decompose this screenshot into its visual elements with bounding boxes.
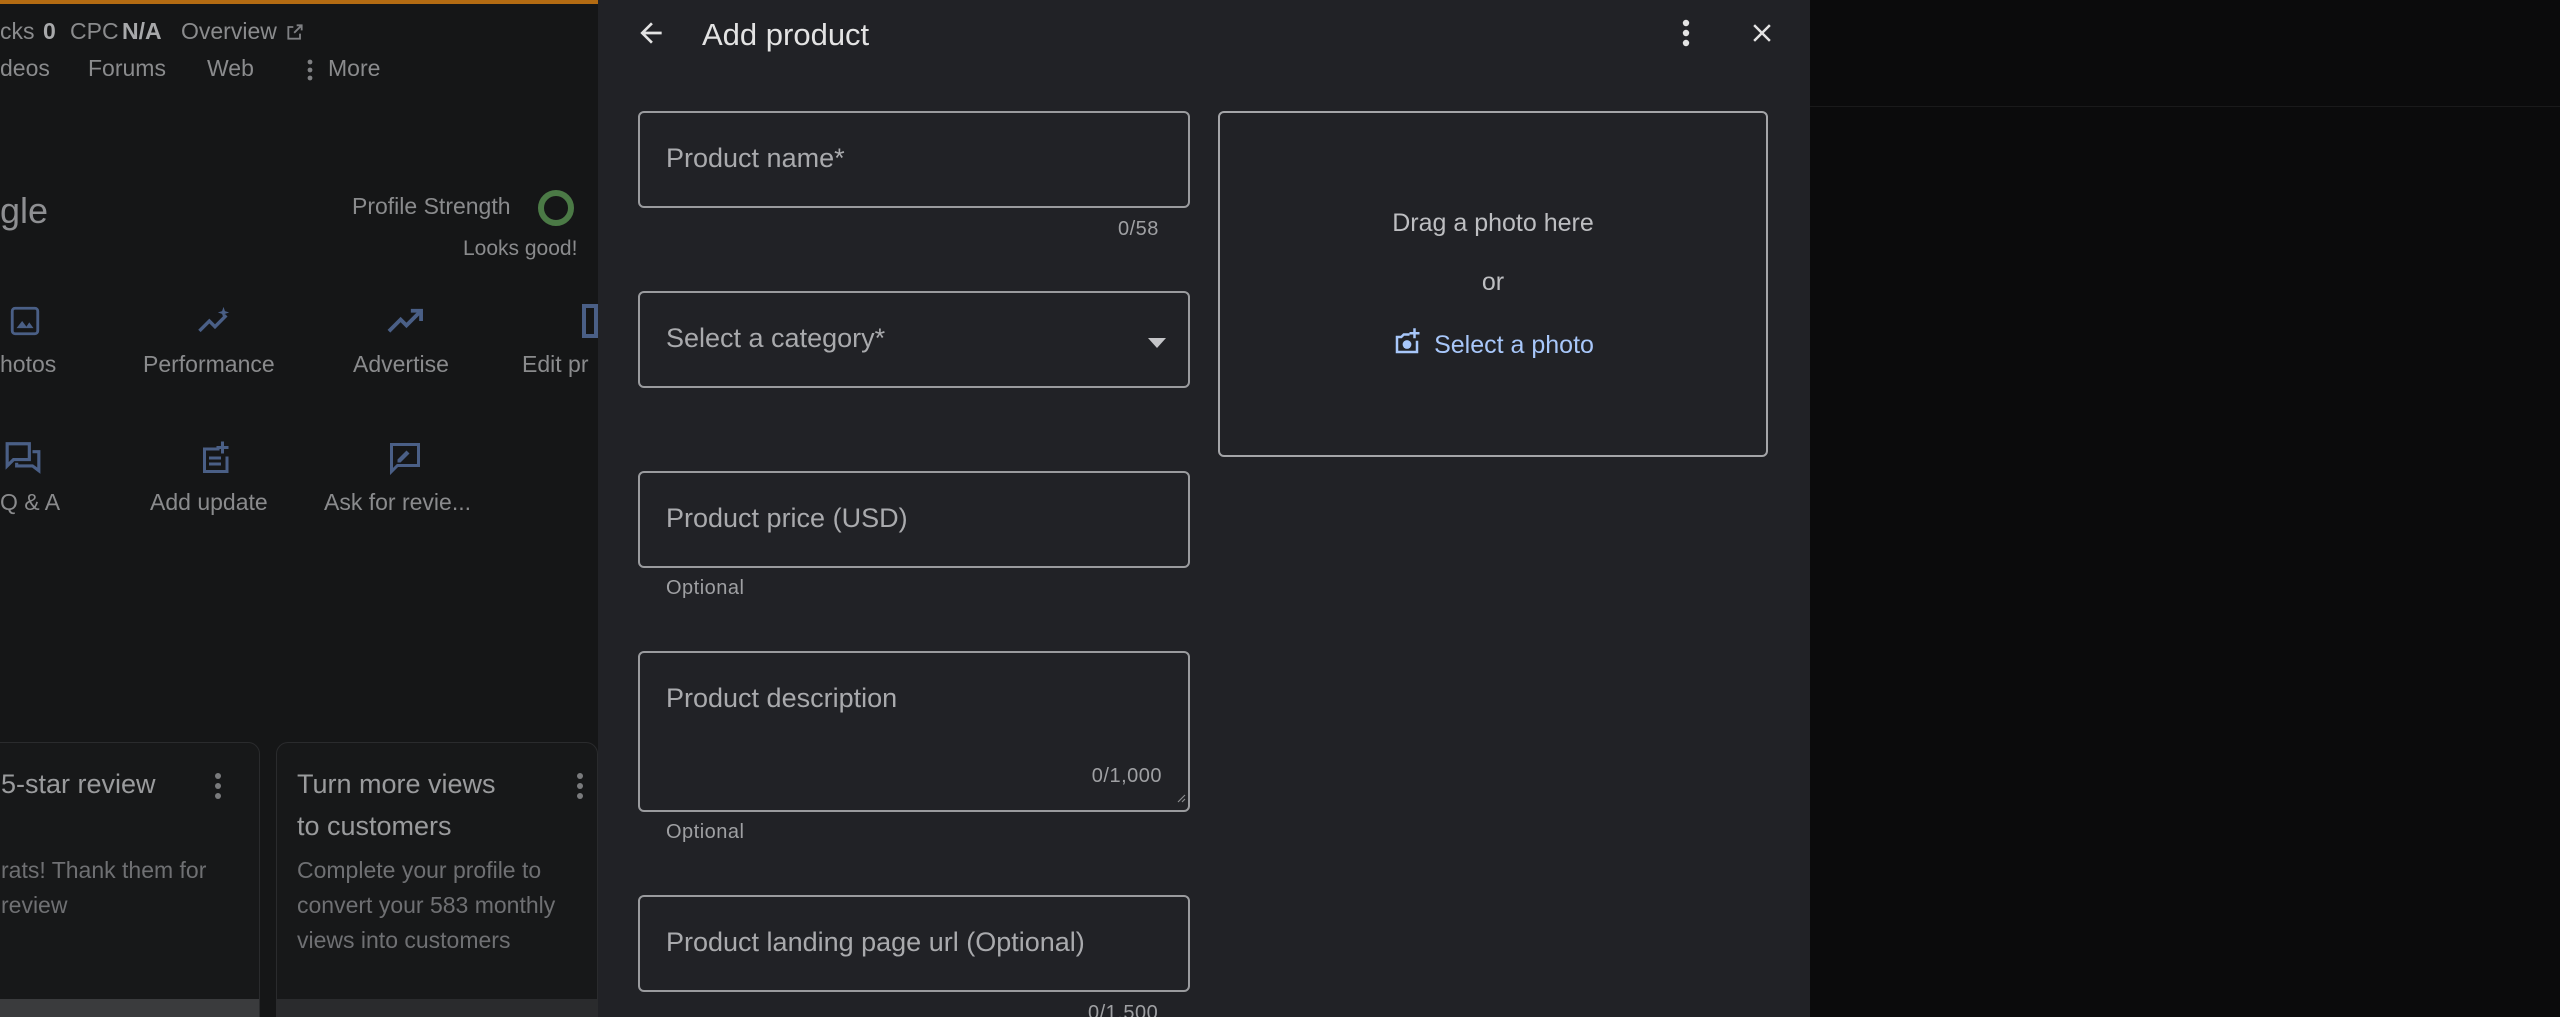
- tab-forums[interactable]: Forums: [88, 55, 166, 82]
- storefront-icon: [580, 302, 598, 338]
- tab-videos[interactable]: deos: [0, 55, 50, 82]
- action-qa[interactable]: Q & A: [0, 489, 60, 516]
- add-photo-icon: [1392, 327, 1422, 364]
- more-vert-icon[interactable]: [305, 58, 315, 82]
- resize-handle-icon[interactable]: [1176, 790, 1186, 808]
- sparkle-chart-icon: [196, 304, 234, 338]
- landing-page-url-placeholder: Product landing page url (Optional): [666, 927, 1085, 957]
- product-description-counter: 0/1,000: [1091, 765, 1162, 787]
- dropdown-arrow-icon: [1148, 335, 1166, 353]
- cpc-label: CPC: [70, 18, 119, 44]
- card-text-line: views into customers: [297, 927, 511, 953]
- action-add-update[interactable]: Add update: [150, 489, 268, 516]
- dialog-title: Add product: [702, 17, 870, 52]
- action-performance[interactable]: Performance: [143, 351, 275, 378]
- close-button[interactable]: [1742, 14, 1782, 56]
- card-action-area[interactable]: [0, 999, 259, 1017]
- more-options-button[interactable]: [1666, 14, 1706, 56]
- product-price-field[interactable]: Product price (USD): [638, 471, 1190, 568]
- select-photo-button[interactable]: Select a photo: [1220, 325, 1766, 365]
- action-advertise[interactable]: Advertise: [353, 351, 449, 378]
- tab-web[interactable]: Web: [207, 55, 254, 82]
- top-accent-bar: [0, 0, 598, 4]
- card-text-line: Complete your profile to: [297, 857, 542, 883]
- photo-dropzone[interactable]: Drag a photo here or Select a photo: [1218, 111, 1768, 457]
- close-icon: [1747, 18, 1777, 53]
- trending-up-icon: [386, 306, 424, 336]
- product-name-placeholder: Product name*: [666, 143, 845, 173]
- product-name-counter: 0/58: [1118, 218, 1159, 240]
- category-placeholder: Select a category*: [666, 323, 886, 353]
- profile-strength-label: Profile Strength: [352, 193, 511, 219]
- action-ask-for-reviews[interactable]: Ask for revie...: [324, 489, 471, 516]
- select-photo-label: Select a photo: [1434, 330, 1594, 359]
- card-text-line: convert your 583 monthly: [297, 892, 556, 918]
- more-vert-icon[interactable]: [215, 773, 221, 803]
- page-overlay-right: [1810, 0, 2560, 1017]
- rate-review-icon: [386, 440, 424, 476]
- post-add-icon: [197, 440, 233, 476]
- business-name: gle: [0, 190, 49, 231]
- forum-icon: [4, 440, 42, 476]
- action-edit-profile[interactable]: Edit pr: [522, 351, 588, 378]
- card-text-line: review: [1, 892, 68, 918]
- tab-more[interactable]: More: [328, 55, 380, 82]
- screen: cks 0 CPC N/A Overview deos Forums Web M…: [0, 0, 2560, 1017]
- product-description-field[interactable]: Product description 0/1,000: [638, 651, 1190, 812]
- product-price-placeholder: Product price (USD): [666, 503, 908, 533]
- clicks-value: 0: [43, 18, 56, 44]
- more-vert-icon: [1680, 18, 1692, 53]
- product-description-helper: Optional: [666, 821, 745, 843]
- action-photos[interactable]: hotos: [0, 351, 56, 378]
- add-product-dialog: Add product Product name* 0/58 Select a …: [598, 0, 1810, 1017]
- header-divider: [1810, 106, 2560, 107]
- profile-strength-ring: [535, 187, 577, 229]
- more-vert-icon[interactable]: [577, 773, 583, 803]
- suggestion-card-review: 5-star review rats! Thank them for revie…: [0, 742, 260, 1017]
- cpc-value: N/A: [122, 18, 162, 44]
- or-text: or: [1481, 268, 1505, 296]
- drag-photo-text: Drag a photo here: [1392, 209, 1594, 237]
- overview-link[interactable]: Overview: [181, 18, 277, 45]
- card-title: to customers: [297, 811, 452, 841]
- category-select[interactable]: Select a category*: [638, 291, 1190, 388]
- card-title: Turn more views: [297, 769, 496, 799]
- back-button[interactable]: [628, 14, 674, 56]
- product-name-field[interactable]: Product name*: [638, 111, 1190, 208]
- card-text-line: rats! Thank them for: [1, 857, 207, 883]
- landing-page-url-field[interactable]: Product landing page url (Optional): [638, 895, 1190, 992]
- card-action-area[interactable]: [277, 999, 597, 1017]
- product-description-placeholder: Product description: [666, 683, 898, 713]
- suggestion-card-views: Turn more views to customers Complete yo…: [276, 742, 598, 1017]
- arrow-back-icon: [635, 17, 667, 54]
- card-title: 5-star review: [1, 769, 156, 799]
- image-icon: [8, 304, 42, 338]
- clicks-label: cks: [0, 18, 35, 44]
- external-link-icon: [285, 22, 305, 42]
- profile-strength-status: Looks good!: [463, 237, 578, 260]
- product-price-helper: Optional: [666, 577, 745, 599]
- landing-page-url-counter: 0/1,500: [1088, 1002, 1159, 1017]
